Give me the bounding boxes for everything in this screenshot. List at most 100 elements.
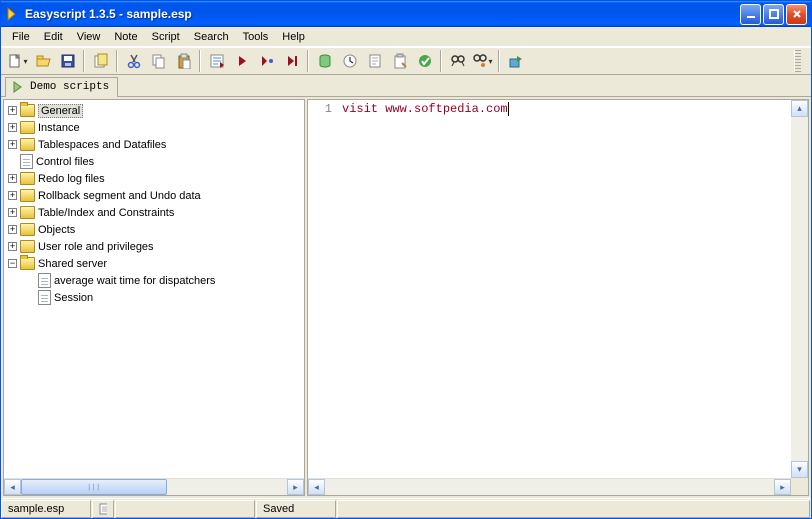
- toolbar-separator: [498, 50, 500, 72]
- scroll-up-icon[interactable]: ▴: [791, 100, 808, 117]
- code-line[interactable]: visit www.softpedia.com: [338, 100, 791, 478]
- tree-item[interactable]: + Rollback segment and Undo data: [4, 187, 304, 204]
- tree-item[interactable]: average wait time for dispatchers: [4, 272, 304, 289]
- menu-file[interactable]: File: [5, 29, 37, 45]
- expand-icon[interactable]: +: [8, 225, 17, 234]
- copy-button[interactable]: [147, 50, 170, 72]
- menu-script[interactable]: Script: [145, 29, 187, 45]
- editor-panel: 1 visit www.softpedia.com ▴ ▾ ◂ ▸: [307, 99, 809, 496]
- tree-item[interactable]: Session: [4, 289, 304, 306]
- cut-button[interactable]: [122, 50, 145, 72]
- scroll-track[interactable]: ∣∣∣: [21, 479, 287, 495]
- run-step-button[interactable]: [255, 50, 278, 72]
- new-button[interactable]: ▾: [6, 50, 29, 72]
- minimize-button[interactable]: [740, 4, 761, 25]
- paste-button[interactable]: [172, 50, 195, 72]
- find-settings-button[interactable]: ▾: [471, 50, 494, 72]
- file-icon: [38, 273, 51, 288]
- expand-icon[interactable]: +: [8, 140, 17, 149]
- clipboard-button[interactable]: [388, 50, 411, 72]
- folder-icon: [20, 189, 35, 202]
- save-button[interactable]: [56, 50, 79, 72]
- expand-icon[interactable]: +: [8, 242, 17, 251]
- tree-item[interactable]: + Table/Index and Constraints: [4, 204, 304, 221]
- scroll-thumb[interactable]: ∣∣∣: [21, 479, 167, 495]
- tree-label: Rollback segment and Undo data: [38, 190, 201, 202]
- tree-label: General: [38, 104, 83, 118]
- expand-icon[interactable]: +: [8, 123, 17, 132]
- tree-item[interactable]: + General: [4, 102, 304, 119]
- tree-item[interactable]: −Shared server: [4, 255, 304, 272]
- menu-note[interactable]: Note: [107, 29, 144, 45]
- expand-icon[interactable]: +: [8, 106, 17, 115]
- menu-tools[interactable]: Tools: [236, 29, 276, 45]
- status-spacer-1: [115, 500, 255, 518]
- main-area: + General + Instance + Tablespaces and Datafi…: [1, 97, 811, 498]
- tab-label: Demo scripts: [30, 81, 109, 93]
- toolbar-separator: [116, 50, 118, 72]
- scroll-right-icon[interactable]: ▸: [774, 479, 791, 495]
- tree-hscrollbar[interactable]: ◂ ∣∣∣ ▸: [4, 478, 304, 495]
- tree-panel: + General + Instance + Tablespaces and Datafi…: [3, 99, 305, 496]
- tree-item[interactable]: Control files: [4, 153, 304, 170]
- menu-view[interactable]: View: [70, 29, 108, 45]
- run-to-button[interactable]: [280, 50, 303, 72]
- folder-icon: [20, 138, 35, 151]
- scroll-corner: [791, 478, 808, 495]
- code-text: visit www.softpedia.com: [342, 102, 508, 116]
- editor-vscrollbar[interactable]: ▴ ▾: [791, 100, 808, 478]
- script-tree[interactable]: + General + Instance + Tablespaces and Datafi…: [4, 100, 304, 478]
- tree-label: Session: [54, 292, 93, 304]
- menu-help[interactable]: Help: [275, 29, 312, 45]
- tree-label: User role and privileges: [38, 241, 154, 253]
- tree-item[interactable]: + Instance: [4, 119, 304, 136]
- tree-item[interactable]: +Objects: [4, 221, 304, 238]
- code-editor[interactable]: 1 visit www.softpedia.com: [308, 100, 791, 478]
- tree-label: Table/Index and Constraints: [38, 207, 174, 219]
- schedule-button[interactable]: [338, 50, 361, 72]
- expand-icon[interactable]: +: [8, 191, 17, 200]
- file-icon: [20, 154, 33, 169]
- scroll-track[interactable]: [791, 117, 808, 461]
- menu-search[interactable]: Search: [187, 29, 236, 45]
- open-button[interactable]: [31, 50, 54, 72]
- tree-item[interactable]: + User role and privileges: [4, 238, 304, 255]
- document-button[interactable]: [363, 50, 386, 72]
- execute-list-button[interactable]: [205, 50, 228, 72]
- run-button[interactable]: [230, 50, 253, 72]
- maximize-button[interactable]: [763, 4, 784, 25]
- collapse-icon[interactable]: −: [8, 259, 17, 268]
- titlebar[interactable]: Easyscript 1.3.5 - sample.esp: [1, 1, 811, 27]
- tab-demo-scripts[interactable]: Demo scripts: [5, 77, 118, 97]
- status-icon: [92, 500, 114, 518]
- scroll-right-icon[interactable]: ▸: [287, 479, 304, 495]
- scroll-left-icon[interactable]: ◂: [308, 479, 325, 495]
- tree-label: Tablespaces and Datafiles: [38, 139, 166, 151]
- check-button[interactable]: [413, 50, 436, 72]
- scroll-down-icon[interactable]: ▾: [791, 461, 808, 478]
- tree-item[interactable]: + Tablespaces and Datafiles: [4, 136, 304, 153]
- status-filename: sample.esp: [1, 500, 91, 518]
- app-icon: [5, 6, 21, 22]
- folder-icon: [20, 104, 35, 117]
- expand-icon[interactable]: +: [8, 208, 17, 217]
- tree-label: Control files: [36, 156, 94, 168]
- database-button[interactable]: [313, 50, 336, 72]
- script-icon: [12, 80, 26, 94]
- export-button[interactable]: [504, 50, 527, 72]
- close-button[interactable]: [786, 4, 807, 25]
- menu-edit[interactable]: Edit: [37, 29, 70, 45]
- recent-button[interactable]: [89, 50, 112, 72]
- editor-hscrollbar[interactable]: ◂ ▸: [308, 478, 791, 495]
- toolbar-grip[interactable]: [794, 50, 801, 72]
- tree-label: average wait time for dispatchers: [54, 275, 215, 287]
- folder-icon: [20, 223, 35, 236]
- scroll-track[interactable]: [325, 479, 774, 495]
- folder-icon: [20, 206, 35, 219]
- expand-icon[interactable]: +: [8, 174, 17, 183]
- tree-item[interactable]: +Redo log files: [4, 170, 304, 187]
- statusbar: sample.esp Saved: [1, 498, 811, 518]
- tree-label: Instance: [38, 122, 80, 134]
- find-button[interactable]: [446, 50, 469, 72]
- scroll-left-icon[interactable]: ◂: [4, 479, 21, 495]
